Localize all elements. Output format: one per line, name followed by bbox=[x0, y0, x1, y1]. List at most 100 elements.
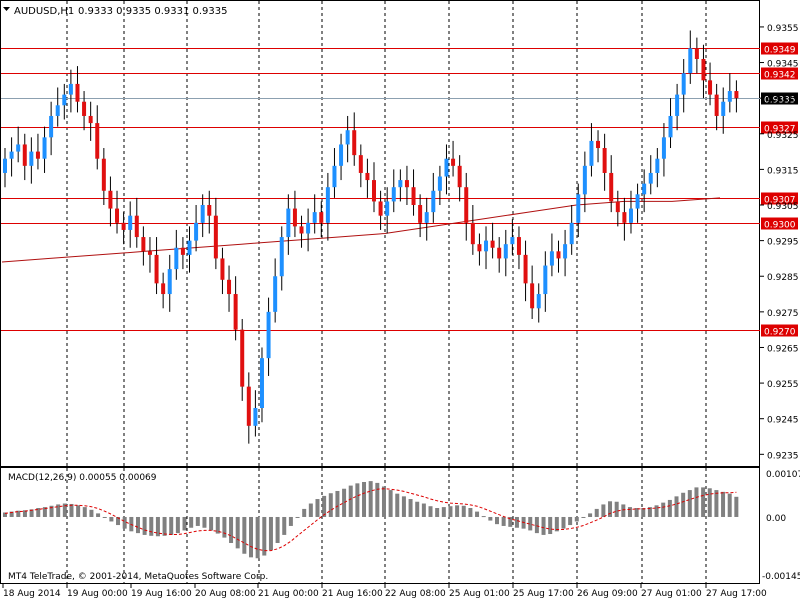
candle-bull[interactable] bbox=[62, 94, 67, 106]
candle-bear[interactable] bbox=[227, 279, 232, 295]
candle-bear[interactable] bbox=[147, 251, 152, 255]
candle-bull[interactable] bbox=[167, 269, 172, 295]
candle-bear[interactable] bbox=[35, 151, 40, 159]
candle-bull[interactable] bbox=[306, 222, 311, 234]
candle-bear[interactable] bbox=[319, 212, 324, 223]
candle-bull[interactable] bbox=[332, 165, 337, 188]
candle-bear[interactable] bbox=[490, 240, 495, 248]
candle-bull[interactable] bbox=[49, 115, 54, 138]
candle-bull[interactable] bbox=[385, 201, 390, 216]
candle-bull[interactable] bbox=[42, 137, 47, 159]
candle-bear[interactable] bbox=[556, 251, 561, 259]
dropdown-triangle-icon[interactable] bbox=[3, 7, 10, 11]
candle-bull[interactable] bbox=[312, 212, 317, 223]
candle-bull[interactable] bbox=[437, 176, 442, 191]
candle-bull[interactable] bbox=[635, 194, 640, 209]
candle-bull[interactable] bbox=[194, 222, 199, 241]
candle-bear[interactable] bbox=[497, 247, 502, 259]
candle-bull[interactable] bbox=[727, 91, 732, 102]
candle-bull[interactable] bbox=[253, 408, 258, 426]
candle-bull[interactable] bbox=[661, 137, 666, 159]
chart-canvas[interactable]: 0.93490.93420.93270.93070.93000.92700.93… bbox=[0, 0, 800, 600]
candle-bull[interactable] bbox=[345, 130, 350, 145]
candle-bear[interactable] bbox=[292, 208, 297, 227]
chart-window[interactable]: 0.9349 0.9342 0.9327 0.9307 0.9300 0.9270 0.93… bbox=[0, 0, 800, 600]
candle-bear[interactable] bbox=[358, 155, 363, 173]
candle-bull[interactable] bbox=[325, 187, 330, 223]
candle-bull[interactable] bbox=[655, 158, 660, 173]
candle-bear[interactable] bbox=[470, 222, 475, 245]
candle-bull[interactable] bbox=[398, 180, 403, 188]
candle-bull[interactable] bbox=[55, 105, 60, 116]
candle-bull[interactable] bbox=[16, 144, 21, 152]
candle-bear[interactable] bbox=[233, 294, 238, 330]
candle-bear[interactable] bbox=[609, 172, 614, 202]
candle-bull[interactable] bbox=[688, 48, 693, 74]
candle-bear[interactable] bbox=[246, 386, 251, 426]
candle-bear[interactable] bbox=[154, 254, 159, 284]
price-axis[interactable]: 0.9355 0.9345 0.9335 0.9325 0.9315 0.9305 0.92… bbox=[760, 24, 799, 461]
candle-bull[interactable] bbox=[29, 151, 34, 166]
candle-bear[interactable] bbox=[220, 258, 225, 280]
candle-bear[interactable] bbox=[411, 187, 416, 206]
candle-bear[interactable] bbox=[82, 101, 87, 116]
candle-bear[interactable] bbox=[95, 123, 100, 159]
time-axis[interactable]: 18 Aug 2014 19 Aug 00:00 19 Aug 16:00 20 Au… bbox=[2, 583, 767, 599]
candle-bull[interactable] bbox=[444, 158, 449, 177]
candle-bear[interactable] bbox=[22, 144, 27, 166]
candle-bear[interactable] bbox=[352, 130, 357, 156]
candle-bull[interactable] bbox=[681, 73, 686, 95]
candle-bull[interactable] bbox=[424, 212, 429, 223]
candle-bull[interactable] bbox=[543, 265, 548, 295]
candle-bear[interactable] bbox=[240, 329, 245, 387]
candle-bear[interactable] bbox=[734, 91, 739, 99]
candle-bull[interactable] bbox=[128, 215, 133, 230]
candle-bear[interactable] bbox=[615, 201, 620, 213]
candle-bear[interactable] bbox=[121, 222, 126, 230]
candle-bear[interactable] bbox=[180, 247, 185, 255]
candle-bear[interactable] bbox=[134, 215, 139, 238]
candle-bull[interactable] bbox=[339, 144, 344, 166]
candle-bull[interactable] bbox=[200, 205, 205, 223]
candle-bull[interactable] bbox=[9, 151, 14, 159]
candle-bear[interactable] bbox=[115, 208, 120, 223]
candle-bear[interactable] bbox=[708, 80, 713, 95]
candle-bull[interactable] bbox=[549, 251, 554, 266]
candle-bear[interactable] bbox=[622, 212, 627, 223]
candle-bear[interactable] bbox=[457, 165, 462, 188]
candle-bear[interactable] bbox=[596, 140, 601, 149]
candle-bear[interactable] bbox=[75, 83, 80, 102]
candle-bear[interactable] bbox=[451, 158, 456, 166]
candlesticks[interactable] bbox=[3, 30, 739, 444]
candle-bear[interactable] bbox=[701, 58, 706, 81]
candle-bear[interactable] bbox=[207, 205, 212, 216]
candle-bull[interactable] bbox=[503, 244, 508, 259]
candle-bull[interactable] bbox=[259, 358, 264, 409]
candle-bull[interactable] bbox=[266, 311, 271, 359]
candle-bull[interactable] bbox=[589, 140, 594, 166]
candle-bull[interactable] bbox=[286, 208, 291, 238]
candle-bear[interactable] bbox=[141, 237, 146, 252]
candle-bear[interactable] bbox=[516, 237, 521, 255]
candle-bull[interactable] bbox=[68, 83, 73, 95]
candle-bull[interactable] bbox=[174, 247, 179, 270]
candle-bull[interactable] bbox=[648, 172, 653, 184]
candle-bear[interactable] bbox=[477, 244, 482, 252]
candle-bear[interactable] bbox=[88, 115, 93, 124]
candle-bear[interactable] bbox=[404, 180, 409, 188]
candle-bear[interactable] bbox=[161, 283, 166, 295]
candle-bear[interactable] bbox=[299, 226, 304, 234]
symbol-header[interactable]: AUDUSD,H1 0.9333 0.9335 0.9331 0.9335 bbox=[3, 6, 228, 17]
candle-bull[interactable] bbox=[273, 276, 278, 312]
candle-bull[interactable] bbox=[279, 237, 284, 277]
candle-bull[interactable] bbox=[721, 101, 726, 116]
candle-bear[interactable] bbox=[213, 215, 218, 259]
candle-bull[interactable] bbox=[431, 190, 436, 213]
candle-bull[interactable] bbox=[510, 237, 515, 245]
candle-bear[interactable] bbox=[378, 201, 383, 216]
candle-bear[interactable] bbox=[372, 180, 376, 202]
candle-bull[interactable] bbox=[668, 115, 673, 138]
candle-bull[interactable] bbox=[3, 158, 7, 173]
candle-bear[interactable] bbox=[101, 158, 106, 191]
candle-bull[interactable] bbox=[484, 240, 489, 252]
